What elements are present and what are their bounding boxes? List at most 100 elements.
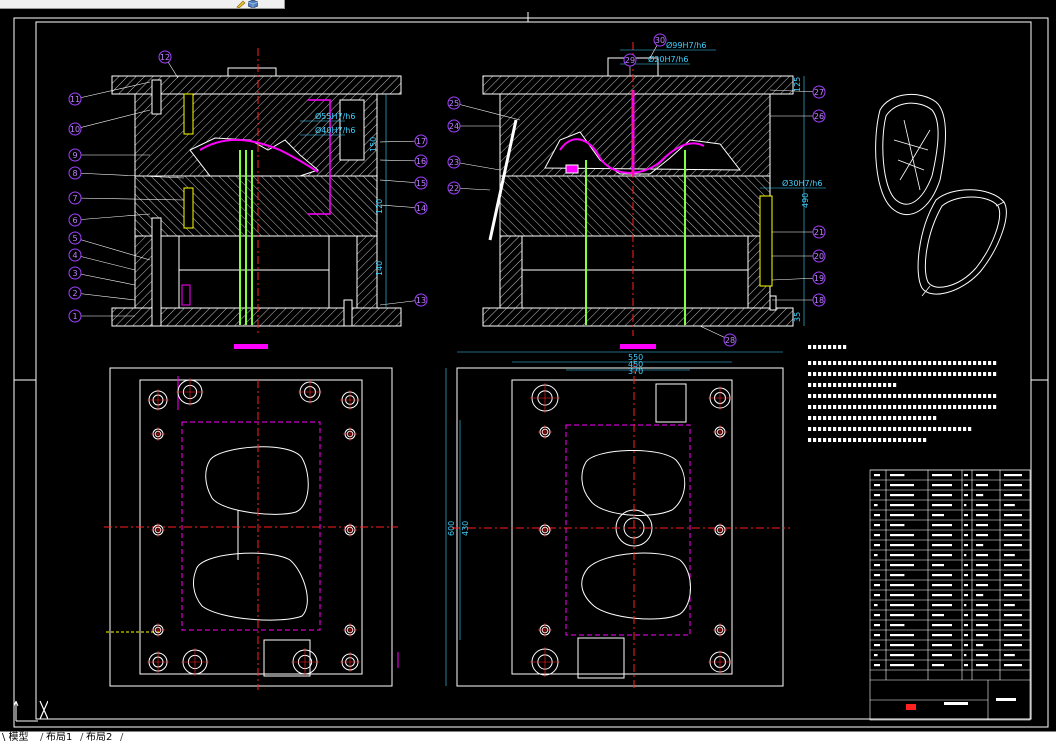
- note-glyph: [923, 427, 927, 431]
- note-glyph: [808, 361, 812, 365]
- bom-cell: [932, 614, 944, 617]
- bom-cell: [890, 524, 905, 527]
- note-glyph: [833, 345, 837, 349]
- note-glyph: [843, 427, 847, 431]
- note-glyph: [963, 361, 967, 365]
- note-glyph: [898, 427, 902, 431]
- note-glyph: [808, 394, 812, 398]
- bom-cell: [964, 574, 968, 577]
- note-glyph: [813, 427, 817, 431]
- tab-layout2[interactable]: 布局2: [86, 732, 112, 743]
- note-glyph: [898, 372, 902, 376]
- note-glyph: [843, 438, 847, 442]
- bom-cell: [874, 524, 880, 527]
- note-glyph: [903, 405, 907, 409]
- note-glyph: [933, 405, 937, 409]
- note-glyph: [873, 383, 877, 387]
- bom-cell: [964, 534, 968, 537]
- note-glyph: [878, 383, 882, 387]
- bom-cell: [874, 634, 880, 637]
- note-glyph: [923, 416, 927, 420]
- note-glyph: [913, 416, 917, 420]
- bom-cell: [890, 494, 914, 497]
- bom-cell: [874, 614, 880, 617]
- note-glyph: [853, 405, 857, 409]
- note-glyph: [888, 438, 892, 442]
- bom-cell: [890, 564, 914, 567]
- note-glyph: [983, 405, 987, 409]
- property-toolbar: [0, 0, 285, 9]
- cube-icon[interactable]: [248, 0, 258, 8]
- bom-cell: [932, 594, 952, 597]
- note-glyph: [893, 383, 897, 387]
- note-glyph: [833, 361, 837, 365]
- plan-view-right: [452, 360, 790, 690]
- tab-layout1[interactable]: 布局1: [46, 732, 72, 743]
- pencil-icon[interactable]: [236, 0, 246, 8]
- note-glyph: [838, 383, 842, 387]
- note-glyph: [848, 361, 852, 365]
- bom-cell: [874, 504, 878, 507]
- note-glyph: [823, 383, 827, 387]
- note-glyph: [818, 405, 822, 409]
- bom-cell: [964, 624, 968, 627]
- bom-cell: [932, 654, 952, 657]
- bom-cell: [932, 494, 952, 497]
- plan-view-left: [104, 367, 399, 690]
- note-glyph: [808, 416, 812, 420]
- note-glyph: [893, 394, 897, 398]
- note-glyph: [843, 394, 847, 398]
- note-glyph: [848, 405, 852, 409]
- note-glyph: [833, 372, 837, 376]
- note-glyph: [853, 372, 857, 376]
- note-glyph: [813, 372, 817, 376]
- note-glyph: [903, 394, 907, 398]
- bom-cell: [890, 554, 914, 557]
- balloon-label-27: 27: [814, 88, 824, 97]
- note-glyph: [943, 394, 947, 398]
- note-glyph: [808, 345, 812, 349]
- bom-cell: [932, 474, 952, 477]
- bom-cell: [1004, 484, 1022, 487]
- bom-cell: [976, 554, 988, 557]
- drawing-canvas[interactable]: 1234567891011121314151617 Ø55H7/h6 Ø40H7…: [0, 12, 1056, 731]
- note-glyph: [963, 427, 967, 431]
- bom-cell: [890, 654, 914, 657]
- note-glyph: [913, 427, 917, 431]
- note-glyph: [883, 372, 887, 376]
- note-glyph: [928, 416, 932, 420]
- tab-model[interactable]: \ 模型: [2, 732, 29, 743]
- note-glyph: [818, 345, 822, 349]
- note-glyph: [838, 394, 842, 398]
- dim-d1: Ø55H7/h6: [315, 111, 355, 121]
- note-glyph: [948, 427, 952, 431]
- note-glyph: [893, 427, 897, 431]
- bom-cell: [964, 644, 968, 647]
- bom-cell: [1004, 534, 1022, 537]
- note-glyph: [833, 383, 837, 387]
- note-glyph: [963, 372, 967, 376]
- bom-cell: [932, 534, 952, 537]
- note-glyph: [943, 372, 947, 376]
- note-glyph: [863, 416, 867, 420]
- note-glyph: [908, 416, 912, 420]
- note-glyph: [918, 372, 922, 376]
- note-glyph: [918, 438, 922, 442]
- balloon-label-25: 25: [449, 99, 459, 108]
- note-glyph: [908, 405, 912, 409]
- bom-cell: [976, 654, 988, 657]
- view-label-left: [234, 344, 268, 349]
- bom-cell: [976, 504, 988, 507]
- note-glyph: [863, 372, 867, 376]
- balloon-label-20: 20: [814, 252, 824, 261]
- note-glyph: [828, 427, 832, 431]
- bom-cell: [874, 474, 880, 477]
- note-glyph: [943, 427, 947, 431]
- note-glyph: [958, 372, 962, 376]
- note-glyph: [993, 394, 997, 398]
- note-glyph: [993, 361, 997, 365]
- note-glyph: [868, 372, 872, 376]
- bom-cell: [964, 654, 967, 657]
- layout-tab-bar: \ 模型 / 布局1 / 布局2 /: [0, 731, 1056, 743]
- note-glyph: [898, 416, 902, 420]
